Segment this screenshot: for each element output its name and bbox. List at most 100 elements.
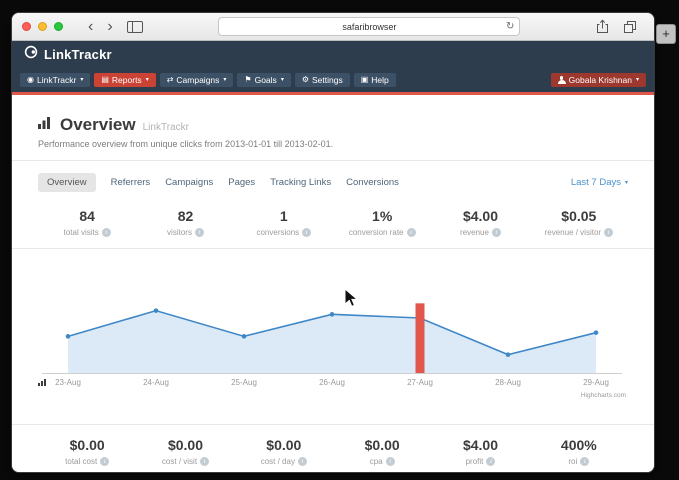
refresh-icon[interactable]: ↻ (506, 22, 514, 32)
nav-item-settings[interactable]: ⚙ Settings (295, 73, 350, 88)
stat-profit: $4.00 profiti (431, 437, 529, 466)
nav-item-help[interactable]: ▣ Help (354, 73, 396, 88)
tab-tracking-links[interactable]: Tracking Links (270, 173, 331, 192)
user-menu[interactable]: Gobala Krishnan ▾ (551, 73, 646, 88)
browser-titlebar: ‹ › safaribrowser ↻ (12, 13, 654, 41)
help-icon: ▣ (361, 76, 369, 84)
tab-pages[interactable]: Pages (228, 173, 255, 192)
sidebar-toggle-icon[interactable] (127, 21, 143, 33)
data-point (594, 330, 599, 335)
reports-icon: ▤ (101, 76, 109, 84)
nav-item-goals[interactable]: ⚑ Goals ▾ (237, 73, 290, 88)
new-tab-button[interactable]: + (656, 24, 676, 44)
divider (12, 424, 654, 425)
page-content: Overview LinkTrackr Performance overview… (12, 95, 654, 472)
report-tabs: Overview Referrers Campaigns Pages Track… (38, 173, 628, 192)
data-point (330, 312, 335, 317)
chevron-down-icon: ▾ (80, 77, 83, 83)
nav-item-linktrackr[interactable]: ◉ LinkTrackr ▾ (20, 73, 90, 88)
info-icon[interactable]: i (298, 457, 307, 466)
close-button[interactable] (22, 22, 31, 31)
info-icon[interactable]: i (195, 228, 204, 237)
highlight-column (416, 303, 425, 373)
chevron-down-icon: ▾ (636, 77, 639, 83)
x-axis-label: 24-Aug (143, 378, 169, 387)
stat-roi: 400% roii (530, 437, 628, 466)
x-axis-label: 29-Aug (583, 378, 609, 387)
area-fill (68, 311, 596, 373)
divider (12, 160, 654, 161)
nav-item-reports[interactable]: ▤ Reports ▾ (94, 73, 155, 88)
chart-credit: Highcharts.com (581, 392, 626, 399)
date-range-select[interactable]: Last 7 Days ▾ (571, 177, 628, 188)
x-axis-label: 25-Aug (231, 378, 257, 387)
mini-bars-icon (38, 373, 48, 391)
info-icon[interactable]: i (100, 457, 109, 466)
page-title-suffix: LinkTrackr (143, 122, 189, 133)
visits-chart: 23-Aug 24-Aug 25-Aug 26-Aug 27-Aug 28-Aug 29-A… (38, 255, 628, 413)
chevron-down-icon: ▾ (281, 77, 284, 83)
info-icon[interactable]: i (486, 457, 495, 466)
chevron-down-icon: ▾ (146, 77, 149, 83)
stat-cpa: $0.00 cpai (333, 437, 431, 466)
minimize-button[interactable] (38, 22, 47, 31)
stat-revenue-visitor: $0.05 revenue / visitori (530, 208, 628, 237)
info-icon[interactable]: i (604, 228, 613, 237)
url-text: safaribrowser (342, 22, 396, 32)
info-icon[interactable]: i (407, 228, 416, 237)
address-bar[interactable]: safaribrowser ↻ (218, 17, 520, 36)
stat-cost-day: $0.00 cost / dayi (235, 437, 333, 466)
settings-icon: ⚙ (302, 76, 309, 84)
bar-chart-icon (38, 116, 53, 134)
main-nav: ◉ LinkTrackr ▾ ▤ Reports ▾ ⇄ Campaigns ▾… (12, 68, 654, 92)
info-icon[interactable]: i (200, 457, 209, 466)
data-point (506, 352, 511, 357)
page-header: Overview LinkTrackr (38, 95, 628, 135)
linktrackr-logo-icon (24, 45, 38, 64)
share-icon[interactable] (596, 19, 609, 34)
chevron-down-icon: ▾ (625, 180, 628, 186)
stat-revenue: $4.00 revenuei (431, 208, 529, 237)
info-icon[interactable]: i (492, 228, 501, 237)
stat-conversions: 1 conversionsi (235, 208, 333, 237)
page-subtitle: Performance overview from unique clicks … (38, 139, 628, 149)
info-icon[interactable]: i (102, 228, 111, 237)
user-name: Gobala Krishnan (569, 76, 632, 85)
chart-canvas: 23-Aug 24-Aug 25-Aug 26-Aug 27-Aug 28-Aug 29-A… (38, 255, 626, 401)
stat-visitors: 82 visitorsi (136, 208, 234, 237)
x-axis-label: 27-Aug (407, 378, 433, 387)
linktrackr-nav-icon: ◉ (27, 76, 34, 84)
tab-conversions[interactable]: Conversions (346, 173, 399, 192)
x-axis-label: 28-Aug (495, 378, 521, 387)
campaigns-icon: ⇄ (167, 76, 174, 84)
fullscreen-button[interactable] (54, 22, 63, 31)
tab-overview[interactable]: Overview (38, 173, 96, 192)
data-point (66, 334, 71, 339)
chevron-down-icon: ▾ (223, 77, 226, 83)
page-title: Overview (60, 115, 136, 135)
info-icon[interactable]: i (386, 457, 395, 466)
x-axis-label: 26-Aug (319, 378, 345, 387)
goals-icon: ⚑ (244, 76, 251, 84)
app-logo[interactable]: LinkTrackr (44, 47, 112, 62)
stat-total-cost: $0.00 total costi (38, 437, 136, 466)
user-icon (558, 76, 566, 84)
x-axis-label: 23-Aug (55, 378, 81, 387)
stat-cost-visit: $0.00 cost / visiti (136, 437, 234, 466)
tab-referrers[interactable]: Referrers (111, 173, 151, 192)
forward-button[interactable]: › (107, 17, 112, 37)
divider (12, 248, 654, 249)
nav-item-campaigns[interactable]: ⇄ Campaigns ▾ (160, 73, 234, 88)
info-icon[interactable]: i (302, 228, 311, 237)
data-point (242, 334, 247, 339)
browser-window: ‹ › safaribrowser ↻ LinkTrackr ◉ LinkTra… (12, 13, 654, 472)
app-header: LinkTrackr (12, 41, 654, 68)
show-tabs-icon[interactable] (623, 20, 637, 33)
tab-campaigns[interactable]: Campaigns (165, 173, 213, 192)
stat-conversion-rate: 1% conversion ratei (333, 208, 431, 237)
stats-row-bottom: $0.00 total costi $0.00 cost / visiti $0… (38, 437, 628, 466)
stat-total-visits: 84 total visitsi (38, 208, 136, 237)
back-button[interactable]: ‹ (88, 17, 93, 37)
stats-row-top: 84 total visitsi 82 visitorsi 1 conversi… (38, 208, 628, 237)
info-icon[interactable]: i (580, 457, 589, 466)
